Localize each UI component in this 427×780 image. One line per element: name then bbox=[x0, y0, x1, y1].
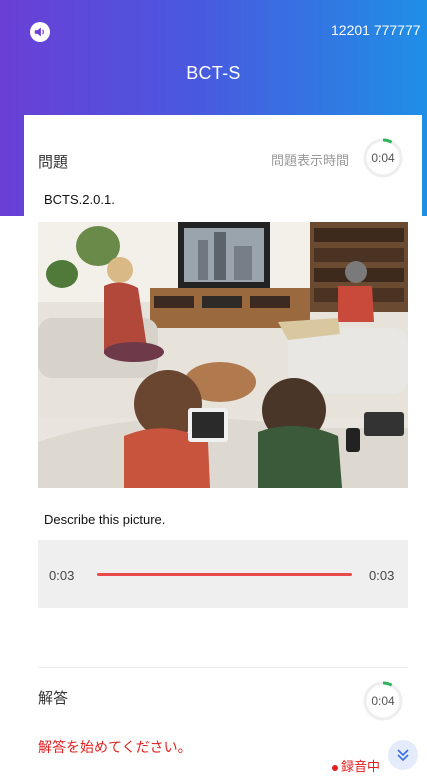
recording-status: 録音中 bbox=[332, 756, 380, 775]
recording-dot-icon bbox=[332, 764, 338, 771]
candidate-number: 12201 777777 bbox=[331, 22, 421, 38]
question-photo bbox=[38, 222, 408, 488]
speaker-icon[interactable] bbox=[30, 22, 50, 42]
page-title: BCT-S bbox=[186, 63, 241, 83]
question-card: 問題 問題表示時間 0:04 BCTS.2.0.1. Describe this… bbox=[24, 115, 422, 775]
question-id: BCTS.2.0.1. bbox=[44, 192, 115, 207]
answer-instruction: 解答を始めてください。 bbox=[38, 739, 192, 755]
question-display-time-label: 問題表示時間 bbox=[271, 153, 350, 168]
audio-player[interactable]: 0:03 0:03 bbox=[38, 540, 408, 608]
question-prompt: Describe this picture. bbox=[44, 512, 166, 527]
player-progress-bar[interactable] bbox=[97, 573, 352, 576]
recording-label: 録音中 bbox=[341, 759, 381, 774]
question-timer-text: 0:04 bbox=[371, 151, 395, 165]
player-end-time: 0:03 bbox=[369, 568, 395, 583]
question-label: 問題 bbox=[38, 154, 69, 171]
answer-label: 解答 bbox=[38, 690, 69, 707]
answer-timer-text: 0:04 bbox=[371, 694, 395, 708]
player-start-time: 0:03 bbox=[49, 568, 75, 583]
question-timer: 0:04 bbox=[362, 137, 404, 179]
double-chevron-down-icon[interactable] bbox=[388, 740, 418, 770]
section-divider bbox=[38, 667, 408, 668]
answer-timer: 0:04 bbox=[362, 680, 404, 722]
